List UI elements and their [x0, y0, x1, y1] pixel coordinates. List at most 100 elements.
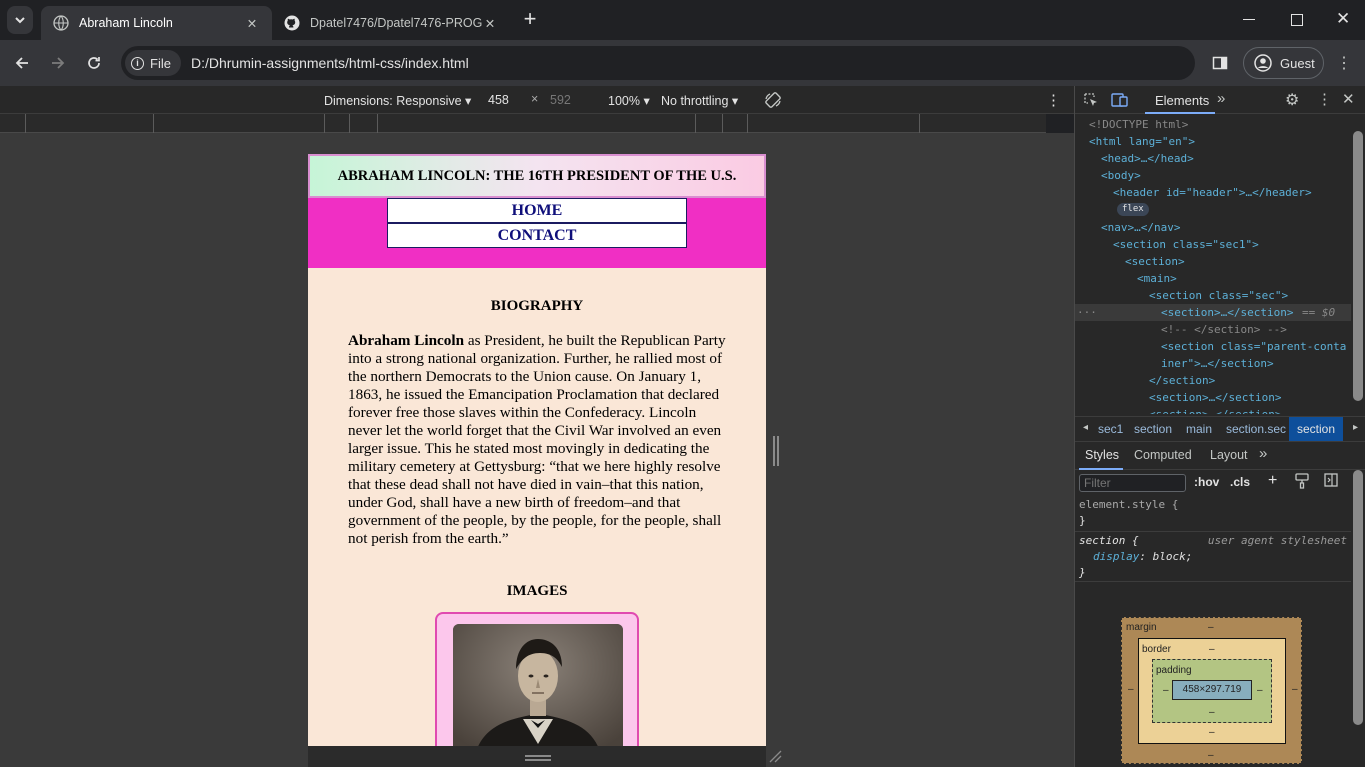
paint-brush-icon[interactable]	[1295, 473, 1309, 492]
site-info-chip[interactable]: i File	[125, 50, 181, 76]
more-style-tabs-icon[interactable]: »	[1259, 445, 1267, 462]
cls-toggle[interactable]: .cls	[1230, 475, 1250, 489]
height-input[interactable]: 592	[550, 93, 571, 107]
dom-line[interactable]: <html lang="en">	[1089, 133, 1195, 150]
crumb-section-sec[interactable]: section.sec	[1226, 422, 1286, 436]
reload-icon[interactable]	[80, 49, 108, 77]
styles-scrollbar[interactable]	[1353, 470, 1363, 725]
crumb-section-active[interactable]: section	[1289, 417, 1344, 441]
nav-home-link[interactable]: HOME	[387, 198, 687, 223]
github-icon	[284, 15, 300, 31]
dom-line[interactable]: <head>…</head>	[1101, 150, 1194, 167]
flex-badge[interactable]: flex	[1117, 203, 1149, 216]
chevron-down-icon	[15, 17, 25, 24]
tab-layout[interactable]: Layout	[1210, 448, 1248, 462]
dom-row-options-icon[interactable]: ···	[1077, 304, 1097, 321]
close-window-icon[interactable]: ✕	[1336, 9, 1350, 29]
element-style-rule[interactable]: element.style { }	[1075, 496, 1351, 532]
dom-tree[interactable]: <!DOCTYPE html> <html lang="en"> <head>……	[1075, 114, 1351, 414]
padding-box: padding – – – 458×297.719	[1152, 659, 1272, 723]
tab-styles[interactable]: Styles	[1085, 448, 1119, 462]
address-bar[interactable]: i File D:/Dhrumin-assignments/html-css/i…	[121, 46, 1195, 80]
dom-line[interactable]: <nav>…</nav>	[1101, 219, 1180, 236]
swap-dimensions-icon[interactable]: ×	[531, 92, 538, 106]
style-rules: element.style { } section { user agent s…	[1075, 496, 1351, 582]
url-text[interactable]: D:/Dhrumin-assignments/html-css/index.ht…	[191, 55, 469, 71]
side-panel-icon[interactable]	[1206, 49, 1234, 77]
profile-button[interactable]: Guest	[1243, 47, 1324, 79]
breadcrumb: ◂ sec1 section main section.sec section …	[1075, 416, 1365, 442]
dom-line[interactable]: <section class="parent-conta	[1161, 338, 1346, 355]
dom-line[interactable]: </section>	[1149, 372, 1215, 389]
forward-arrow-icon[interactable]	[44, 49, 72, 77]
page-nav: HOME CONTACT	[308, 198, 766, 268]
device-options-icon[interactable]: ⋮	[1046, 91, 1061, 109]
account-icon	[1254, 54, 1272, 72]
device-toggle-icon[interactable]	[1111, 92, 1129, 111]
dom-line[interactable]: <section class="sec">	[1149, 287, 1288, 304]
throttling-select[interactable]: No throttling ▾	[661, 93, 738, 108]
rule-value[interactable]: block;	[1153, 550, 1193, 563]
bottom-resize-handle[interactable]	[308, 746, 782, 767]
new-rule-icon[interactable]: +	[1268, 472, 1277, 490]
dom-line[interactable]: <body>	[1101, 167, 1141, 184]
restore-icon[interactable]	[1291, 14, 1303, 26]
width-input[interactable]: 458	[488, 93, 509, 107]
tab-title: Dpatel7476/Dpatel7476-PROG	[310, 16, 482, 30]
close-tab-icon[interactable]: ✕	[482, 16, 498, 31]
more-tabs-icon[interactable]: »	[1217, 90, 1225, 107]
dom-line[interactable]: <section>	[1125, 253, 1185, 270]
crumb-right-arrow-icon[interactable]: ▸	[1353, 422, 1358, 433]
dom-line[interactable]: <section>…</section>	[1149, 406, 1281, 414]
zoom-select[interactable]: 100% ▾	[608, 93, 650, 108]
dom-line[interactable]: <main>	[1137, 270, 1177, 287]
dom-line[interactable]: <header id="header">…</header>	[1113, 184, 1312, 201]
tab-strip: Abraham Lincoln ✕ Dpatel7476/Dpatel7476-…	[0, 0, 1365, 40]
tab-abraham-lincoln[interactable]: Abraham Lincoln ✕	[41, 6, 272, 40]
page-title: ABRAHAM LINCOLN: THE 16TH PRESIDENT OF T…	[337, 167, 737, 184]
settings-gear-icon[interactable]: ⚙	[1285, 90, 1299, 110]
bio-body: as President, he built the Republican Pa…	[348, 332, 726, 547]
minimize-icon[interactable]	[1243, 19, 1255, 20]
devtools-menu-icon[interactable]: ⋮	[1317, 90, 1332, 108]
biography-paragraph: Abraham Lincoln as President, he built t…	[348, 332, 728, 548]
dom-line[interactable]: <section class="sec1">	[1113, 236, 1259, 253]
page-header: ABRAHAM LINCOLN: THE 16TH PRESIDENT OF T…	[308, 154, 766, 198]
hov-toggle[interactable]: :hov	[1194, 475, 1219, 489]
tab-computed[interactable]: Computed	[1134, 448, 1192, 462]
dom-line[interactable]: iner">…</section>	[1161, 355, 1274, 372]
styles-filter-input[interactable]	[1079, 474, 1186, 492]
right-resize-handle[interactable]	[768, 434, 782, 468]
padding-label: padding	[1156, 665, 1192, 676]
crumb-section[interactable]: section	[1134, 422, 1172, 436]
new-tab-button[interactable]: +	[520, 8, 540, 32]
close-devtools-icon[interactable]: ✕	[1342, 90, 1355, 108]
inspect-element-icon[interactable]	[1083, 92, 1099, 111]
more-menu-icon[interactable]: ⋮	[1330, 49, 1358, 77]
crumb-left-arrow-icon[interactable]: ◂	[1083, 422, 1088, 433]
emulated-page[interactable]: ABRAHAM LINCOLN: THE 16TH PRESIDENT OF T…	[308, 154, 766, 746]
close-tab-icon[interactable]: ✕	[244, 16, 260, 31]
content-box: 458×297.719	[1172, 680, 1252, 700]
section-rule[interactable]: section { user agent stylesheet display:…	[1075, 532, 1351, 582]
biography-heading: BIOGRAPHY	[490, 298, 584, 314]
crumb-main[interactable]: main	[1186, 422, 1212, 436]
nav-contact-link[interactable]: CONTACT	[387, 223, 687, 248]
sidebar-toggle-icon[interactable]	[1324, 473, 1338, 490]
crumb-sec1[interactable]: sec1	[1098, 422, 1123, 436]
info-icon: i	[131, 56, 144, 70]
dom-line[interactable]: <!DOCTYPE html>	[1089, 116, 1188, 133]
corner-resize-icon[interactable]	[768, 749, 782, 763]
bio-name: Abraham Lincoln	[348, 332, 465, 349]
tab-github[interactable]: Dpatel7476/Dpatel7476-PROG ✕	[272, 6, 510, 40]
dom-comment[interactable]: <!-- </section> -->	[1161, 321, 1287, 338]
rotate-icon[interactable]	[764, 91, 782, 112]
dom-line-selected[interactable]: <section>…</section>	[1161, 304, 1293, 321]
tab-elements[interactable]: Elements	[1155, 93, 1209, 108]
rule-property[interactable]: display	[1093, 550, 1139, 563]
dimensions-select[interactable]: Dimensions: Responsive ▾	[324, 93, 471, 108]
back-arrow-icon[interactable]	[8, 49, 36, 77]
tab-search-button[interactable]	[7, 6, 33, 34]
dom-line[interactable]: <section>…</section>	[1149, 389, 1281, 406]
dom-scrollbar[interactable]	[1353, 131, 1363, 401]
